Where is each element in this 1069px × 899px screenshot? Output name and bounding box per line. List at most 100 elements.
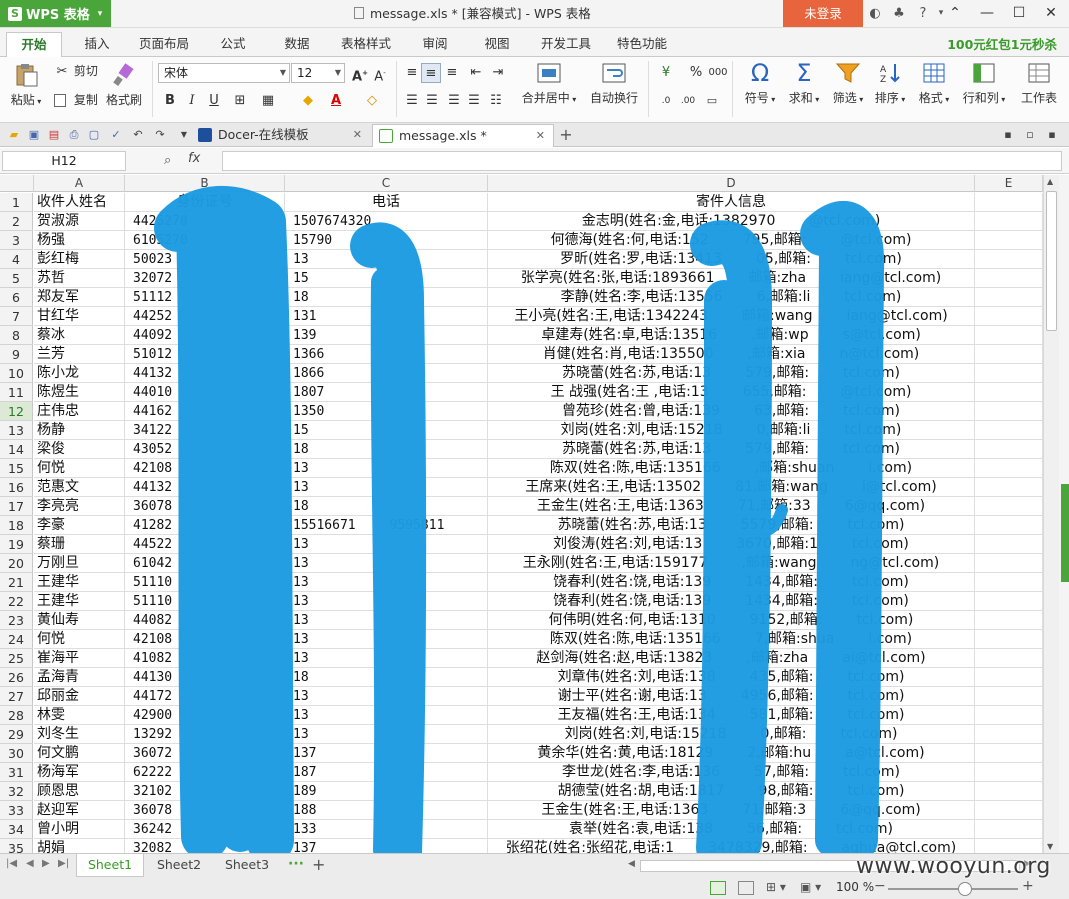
tab-docer-templates[interactable]: Docer-在线模板 ✕ [192, 124, 370, 147]
id-number-cell[interactable]: 32072 [125, 269, 285, 288]
sender-info-cell[interactable]: 曾苑珍(姓名:曾,电话:139 63,邮箱: tcl.com) [488, 402, 975, 421]
empty-cell[interactable] [975, 478, 1043, 497]
id-number-cell[interactable]: 32082 [125, 839, 285, 853]
id-number-cell[interactable]: 44082 [125, 611, 285, 630]
format-painter-button[interactable]: 格式刷 [104, 63, 144, 108]
id-number-cell[interactable]: 62222 [125, 763, 285, 782]
currency-icon[interactable]: ¥ [656, 63, 676, 83]
row-header[interactable]: 27 [0, 687, 33, 706]
id-number-cell[interactable]: 41282 [125, 516, 285, 535]
id-number-cell[interactable]: 44252 [125, 307, 285, 326]
tab-page-layout[interactable]: 页面布局 [132, 32, 196, 57]
decrease-decimal-icon[interactable]: .00 [678, 91, 698, 111]
sender-info-cell[interactable]: 苏晓蕾(姓名:苏,电话:13 579,邮箱: tcl.com) [488, 364, 975, 383]
row-header[interactable]: 19 [0, 535, 33, 554]
phone-cell[interactable]: 13 [285, 459, 488, 478]
borders-icon[interactable]: ⊞ [230, 91, 250, 111]
recipient-name-cell[interactable]: 孟海青 [34, 668, 125, 687]
wrap-text-button[interactable]: 自动换行 [586, 61, 642, 106]
phone-cell[interactable]: 133 [285, 820, 488, 839]
phone-cell[interactable]: 13 [285, 611, 488, 630]
maximize-button[interactable]: ☐ [1004, 0, 1034, 27]
tab-view[interactable]: 视图 [474, 32, 520, 57]
phone-cell[interactable]: 13 [285, 554, 488, 573]
id-number-cell[interactable]: 4425270 [125, 212, 285, 231]
sender-info-cell[interactable]: 李世龙(姓名:李,电话:136 57,邮箱: tcl.com) [488, 763, 975, 782]
sender-info-cell[interactable]: 王 战强(姓名:王 ,电话:13 655,邮箱: @tcl.com) [488, 383, 975, 402]
id-number-cell[interactable]: 51112 [125, 288, 285, 307]
recipient-name-cell[interactable]: 顾恩思 [34, 782, 125, 801]
header-cell[interactable]: 身份证号 [125, 193, 285, 212]
sender-info-cell[interactable]: 王小亮(姓名:王,电话:1342243 邮箱:wang iang@tcl.com) [488, 307, 975, 326]
rows-cols-button[interactable]: 行和列 ▾ [960, 61, 1008, 106]
recipient-name-cell[interactable]: 万刚旦 [34, 554, 125, 573]
column-header-a[interactable]: A [34, 175, 125, 192]
row-header[interactable]: 18 [0, 516, 33, 535]
row-header[interactable]: 25 [0, 649, 33, 668]
row-header[interactable]: 32 [0, 782, 33, 801]
recipient-name-cell[interactable]: 甘红华 [34, 307, 125, 326]
sender-info-cell[interactable]: 刘岗(姓名:刘,电话:15218 0,邮箱:li tcl.com) [488, 421, 975, 440]
tab-review[interactable]: 审阅 [412, 32, 458, 57]
fill-color-icon[interactable]: ◆ [298, 91, 318, 111]
bold-button[interactable]: B [160, 91, 180, 111]
next-sheet-icon[interactable]: ▶ [42, 858, 50, 869]
empty-cell[interactable] [975, 535, 1043, 554]
empty-cell[interactable] [975, 839, 1043, 853]
phone-cell[interactable]: 13 [285, 706, 488, 725]
recipient-name-cell[interactable]: 刘冬生 [34, 725, 125, 744]
id-number-cell[interactable]: 44132 [125, 364, 285, 383]
id-number-cell[interactable]: 44130 [125, 668, 285, 687]
recipient-name-cell[interactable]: 赵迎军 [34, 801, 125, 820]
login-button[interactable]: 未登录 [783, 0, 863, 27]
id-number-cell[interactable]: 61042 [125, 554, 285, 573]
row-header[interactable]: 26 [0, 668, 33, 687]
recipient-name-cell[interactable]: 彭红梅 [34, 250, 125, 269]
scroll-left-icon[interactable]: ◀ [628, 859, 635, 869]
phone-cell[interactable]: 1350 [285, 402, 488, 421]
spell-check-icon[interactable]: ✓ [108, 127, 124, 143]
prev-sheet-icon[interactable]: ◀ [26, 858, 34, 869]
formula-input[interactable] [222, 151, 1062, 171]
recipient-name-cell[interactable]: 陈煜生 [34, 383, 125, 402]
row-header[interactable]: 21 [0, 573, 33, 592]
empty-cell[interactable] [975, 820, 1043, 839]
sender-info-cell[interactable]: 金志明(姓名:金,电话:1382970 @tcl.com) [488, 212, 975, 231]
empty-cell[interactable] [975, 250, 1043, 269]
minimize-button[interactable]: — [972, 0, 1002, 27]
underline-button[interactable]: U [204, 91, 224, 111]
row-header[interactable]: 15 [0, 459, 33, 478]
phone-cell[interactable]: 13 [285, 478, 488, 497]
cell-style-icon[interactable]: ▦ [258, 91, 278, 111]
sender-info-cell[interactable]: 袁举(姓名:袁,电话:138 56,邮箱: tcl.com) [488, 820, 975, 839]
id-number-cell[interactable]: 36078 [125, 801, 285, 820]
recipient-name-cell[interactable]: 陈小龙 [34, 364, 125, 383]
align-top-icon[interactable]: ≡ [402, 63, 422, 83]
header-cell[interactable]: 收件人姓名 [34, 193, 125, 212]
phone-cell[interactable]: 187 [285, 763, 488, 782]
number-format-icon[interactable]: ▭ [702, 91, 722, 111]
sender-info-cell[interactable]: 张学亮(姓名:张,电话:1893661 邮箱:zha iang@tcl.com) [488, 269, 975, 288]
empty-cell[interactable] [975, 649, 1043, 668]
column-header-e[interactable]: E [975, 175, 1043, 192]
phone-cell[interactable]: 189 [285, 782, 488, 801]
id-number-cell[interactable]: 44132 [125, 478, 285, 497]
row-header[interactable]: 9 [0, 345, 33, 364]
align-left-icon[interactable]: ☰ [402, 91, 422, 111]
sort-button[interactable]: AZ 排序 ▾ [870, 61, 910, 106]
sum-button[interactable]: Σ 求和 ▾ [784, 61, 824, 106]
sender-info-cell[interactable]: 王友福(姓名:王,电话:134 581,邮箱: tcl.com) [488, 706, 975, 725]
phone-cell[interactable]: 188 [285, 801, 488, 820]
collapse-ribbon-button[interactable]: ⌃ [940, 0, 970, 27]
header-cell[interactable]: 电话 [285, 193, 488, 212]
id-number-cell[interactable]: 42108 [125, 630, 285, 649]
save-icon[interactable]: ▣ [26, 127, 42, 143]
empty-cell[interactable] [975, 459, 1043, 478]
align-middle-icon[interactable]: ≡ [421, 63, 441, 83]
recipient-name-cell[interactable]: 杨强 [34, 231, 125, 250]
format-button[interactable]: 格式 ▾ [914, 61, 954, 106]
row-header[interactable]: 28 [0, 706, 33, 725]
phone-cell[interactable]: 13 [285, 725, 488, 744]
recipient-name-cell[interactable]: 李亮亮 [34, 497, 125, 516]
empty-cell[interactable] [975, 326, 1043, 345]
